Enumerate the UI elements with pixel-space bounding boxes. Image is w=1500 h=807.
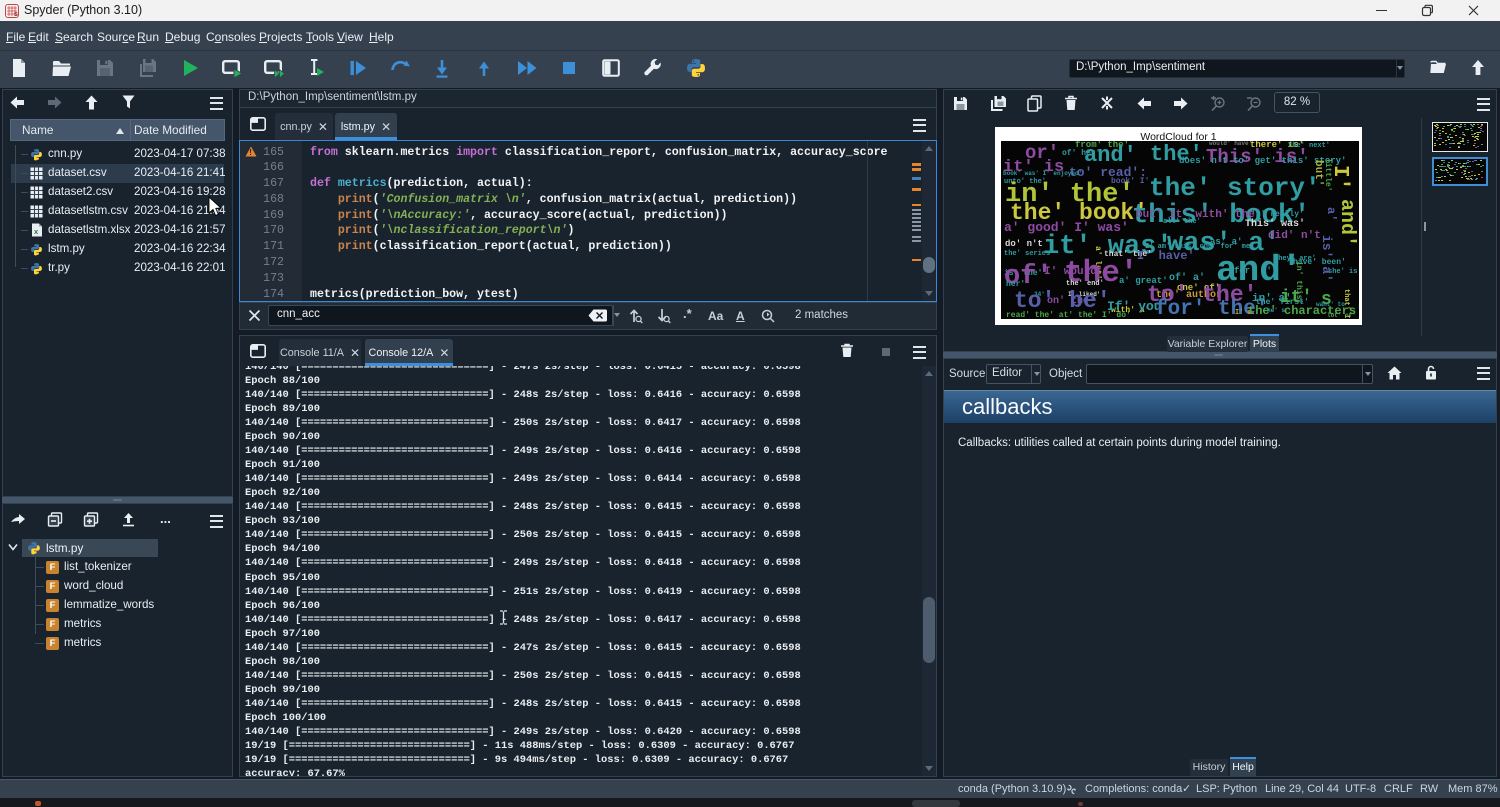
- svg-text:!: !: [249, 148, 252, 157]
- svg-text:s: s: [14, 11, 18, 18]
